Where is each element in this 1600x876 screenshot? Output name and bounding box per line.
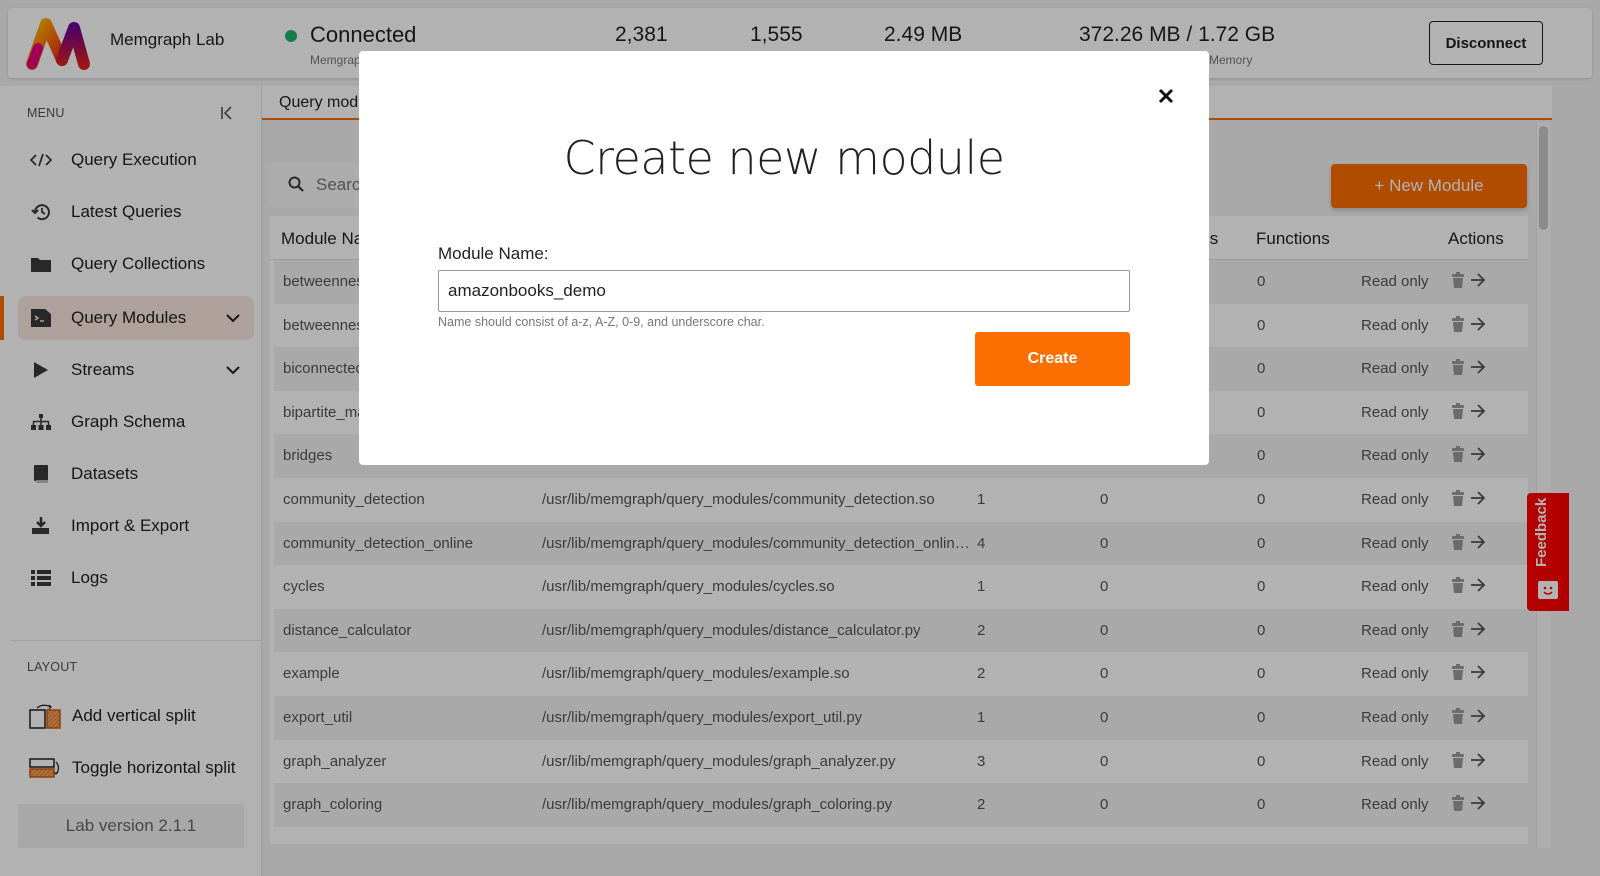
module-name-helper: Name should consist of a-z, A-Z, 0-9, an… bbox=[438, 315, 765, 329]
module-name-label: Module Name: bbox=[438, 244, 549, 263]
close-icon[interactable] bbox=[1155, 85, 1177, 107]
module-name-input[interactable] bbox=[438, 270, 1130, 312]
create-button[interactable]: Create bbox=[975, 332, 1130, 386]
dialog-title: Create new module bbox=[563, 131, 1005, 185]
create-module-dialog: Create new module Module Name: Name shou… bbox=[359, 51, 1209, 465]
